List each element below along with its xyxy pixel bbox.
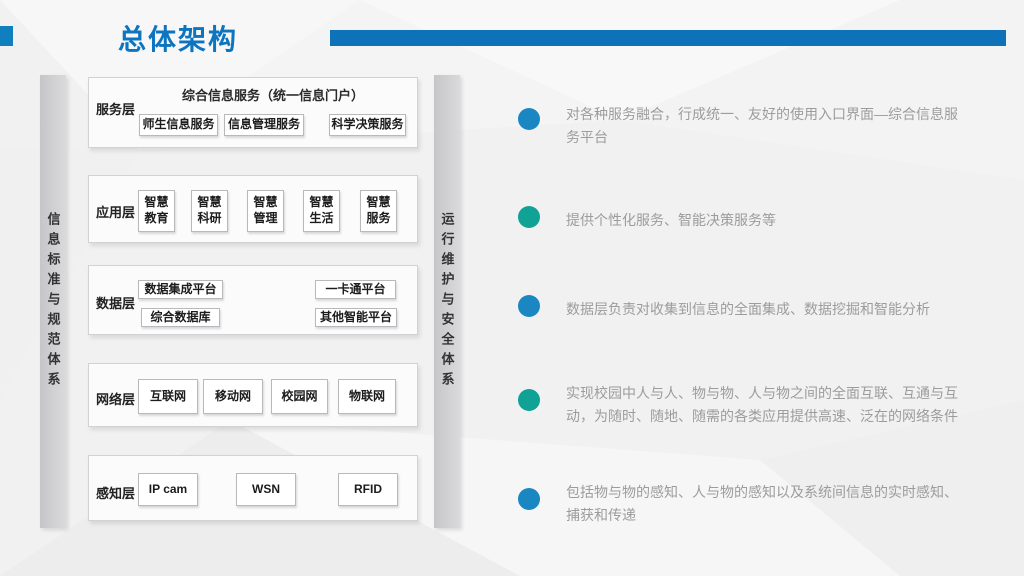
data-box-3: 综合数据库 <box>141 308 220 327</box>
layer-application-label: 应用层 <box>96 202 135 221</box>
title-accent-bar <box>330 30 1006 46</box>
bullet-text-5: 包括物与物的感知、人与物的感知以及系统间信息的实时感知、捕获和传递 <box>566 481 964 527</box>
layer-data: 数据层 数据集成平台 一卡通平台 综合数据库 其他智能平台 <box>88 265 418 335</box>
slide: 总体架构 信息标准与规范体系 运行维护与安全体系 服务层 综合信息服务（统一信息… <box>0 0 1024 576</box>
app-box-5: 智慧服务 <box>360 190 397 232</box>
bullet-text-4: 实现校园中人与人、物与物、人与物之间的全面互联、互通与互动，为随时、随地、随需的… <box>566 382 964 428</box>
data-box-2: 一卡通平台 <box>315 280 396 299</box>
bullet-dot-4 <box>518 389 540 411</box>
perception-box-2: WSN <box>236 473 296 506</box>
page-title: 总体架构 <box>118 18 238 58</box>
layer-network-label: 网络层 <box>96 389 135 408</box>
app-box-4: 智慧生活 <box>303 190 340 232</box>
layer-perception: 感知层 IP cam WSN RFID <box>88 455 418 521</box>
app-box-1: 智慧教育 <box>138 190 175 232</box>
bullet-text-1: 对各种服务融合，行成统一、友好的使用入口界面—综合信息服务平台 <box>566 103 964 149</box>
layer-service-header: 综合信息服务（统一信息门户） <box>137 85 409 104</box>
layer-service: 服务层 综合信息服务（统一信息门户） 师生信息服务 信息管理服务 科学决策服务 <box>88 77 418 148</box>
pillar-standards-label: 信息标准与规范体系 <box>44 212 63 392</box>
layer-perception-label: 感知层 <box>96 483 135 502</box>
service-box-1: 师生信息服务 <box>139 114 218 136</box>
app-box-2: 智慧科研 <box>191 190 228 232</box>
bullet-text-2: 提供个性化服务、智能决策服务等 <box>566 209 964 232</box>
data-box-1: 数据集成平台 <box>138 280 223 299</box>
layer-data-label: 数据层 <box>96 293 135 312</box>
bullet-dot-2 <box>518 206 540 228</box>
perception-box-3: RFID <box>338 473 398 506</box>
bullet-dot-1 <box>518 108 540 130</box>
layer-network: 网络层 互联网 移动网 校园网 物联网 <box>88 363 418 427</box>
service-box-2: 信息管理服务 <box>224 114 304 136</box>
bullet-dot-3 <box>518 295 540 317</box>
layer-application: 应用层 智慧教育 智慧科研 智慧管理 智慧生活 智慧服务 <box>88 175 418 243</box>
service-box-3: 科学决策服务 <box>329 114 406 136</box>
pillar-operations-label: 运行维护与安全体系 <box>438 212 457 392</box>
perception-box-1: IP cam <box>138 473 198 506</box>
bullet-dot-5 <box>518 488 540 510</box>
bullet-text-3: 数据层负责对收集到信息的全面集成、数据挖掘和智能分析 <box>566 298 964 321</box>
layer-service-label: 服务层 <box>96 99 135 118</box>
network-box-3: 校园网 <box>271 379 328 414</box>
pillar-operations: 运行维护与安全体系 <box>434 75 460 528</box>
left-accent-square <box>0 26 13 46</box>
network-box-2: 移动网 <box>203 379 263 414</box>
data-box-4: 其他智能平台 <box>315 308 397 327</box>
pillar-standards: 信息标准与规范体系 <box>40 75 66 528</box>
app-box-3: 智慧管理 <box>247 190 284 232</box>
network-box-1: 互联网 <box>138 379 198 414</box>
network-box-4: 物联网 <box>338 379 396 414</box>
